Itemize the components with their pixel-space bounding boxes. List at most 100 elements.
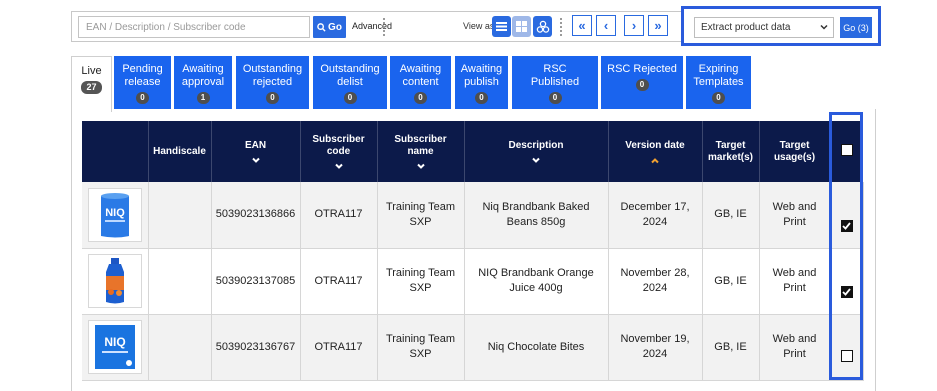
column-header-handiscale: Handiscale — [148, 121, 212, 182]
handiscale-cell — [148, 314, 212, 381]
subscriber-code-cell: OTRA117 — [300, 248, 378, 315]
extract-go-button[interactable]: Go (3) — [840, 17, 872, 38]
column-header-label: Subscriber name — [394, 133, 447, 157]
tab-label: Outstanding rejected — [242, 63, 303, 88]
svg-text:NIQ: NIQ — [105, 207, 125, 219]
column-header-label: Description — [508, 139, 564, 151]
product-bottle-icon — [105, 258, 124, 304]
subscriber-code-cell: OTRA117 — [300, 314, 378, 381]
tab-outstanding-delist[interactable]: Outstanding delist 0 — [313, 56, 387, 109]
grid-view-icon — [516, 21, 527, 32]
ean-cell: 5039023137085 — [211, 248, 301, 315]
description-cell: Niq Brandbank Baked Beans 850g — [464, 182, 609, 249]
tab-label: Awaiting content — [399, 63, 442, 88]
tab-label: RSC Rejected — [607, 63, 677, 75]
tab-count-badge: 0 — [414, 92, 427, 104]
tab-pending-release[interactable]: Pending release 0 — [114, 56, 171, 109]
search-input[interactable] — [78, 16, 310, 38]
tab-count-badge: 0 — [136, 92, 149, 104]
product-box-icon: NIQ — [94, 325, 135, 369]
target-usages-cell: Web and Print — [759, 182, 831, 249]
extract-select-value: Extract product data — [701, 22, 791, 33]
version-date-cell: November 28, 2024 — [608, 248, 703, 315]
tab-count-badge: 0 — [712, 92, 725, 104]
ean-cell: 5039023136767 — [211, 314, 301, 381]
column-header-label: EAN — [244, 139, 267, 151]
grid-view-button[interactable] — [512, 16, 531, 37]
tab-outstanding-rejected[interactable]: Outstanding rejected 0 — [236, 56, 309, 109]
description-cell: NIQ Brandbank Orange Juice 400g — [464, 248, 609, 315]
tab-expiring-templates[interactable]: Expiring Templates 0 — [686, 56, 751, 109]
tab-label: RSC Published — [530, 63, 580, 88]
column-header-ean[interactable]: EAN — [211, 121, 301, 182]
tab-count-badge: 0 — [635, 79, 649, 91]
tab-count-badge: 27 — [81, 81, 102, 94]
sort-chevron-down-icon[interactable] — [531, 157, 541, 164]
tab-label: Outstanding delist — [320, 63, 380, 88]
subscriber-name-cell: Training Team SXP — [377, 314, 465, 381]
search-go-button[interactable]: Go — [313, 16, 346, 38]
version-date-cell: December 17, 2024 — [608, 182, 703, 249]
column-header-subscriber-code[interactable]: Subscriber code — [300, 121, 378, 182]
tab-awaiting-content[interactable]: Awaiting content 0 — [390, 56, 451, 109]
tab-awaiting-publish[interactable]: Awaiting publish 0 — [455, 56, 508, 109]
chevron-down-icon — [820, 24, 828, 30]
product-image-cell — [82, 248, 149, 315]
niq-orange-juice-image[interactable] — [87, 254, 142, 308]
sort-chevron-down-icon[interactable] — [416, 163, 426, 170]
extract-highlight-box: Extract product data Go (3) — [681, 6, 881, 46]
svg-text:NIQ: NIQ — [104, 335, 125, 349]
niq-chocolate-bites-image[interactable]: NIQ — [87, 320, 142, 374]
next-page-button[interactable]: › — [624, 15, 644, 36]
table-row[interactable]: 5039023137085 OTRA117 Training Team SXP … — [82, 248, 864, 315]
column-header-label: Handiscale — [153, 145, 206, 157]
hierarchy-view-icon — [536, 20, 549, 33]
hierarchy-view-button[interactable] — [533, 16, 552, 37]
target-markets-cell: GB, IE — [702, 248, 760, 315]
product-can-icon: NIQ — [100, 192, 129, 238]
description-cell: Niq Chocolate Bites — [464, 314, 609, 381]
handiscale-cell — [148, 182, 212, 249]
column-header-subscriber-name[interactable]: Subscriber name — [377, 121, 465, 182]
column-header-label: Version date — [625, 139, 685, 151]
last-page-button[interactable]: » — [648, 15, 668, 36]
niq-baked-beans-image[interactable]: NIQ — [87, 187, 142, 242]
version-date-cell: November 19, 2024 — [608, 314, 703, 381]
table-row[interactable]: NIQ 5039023136866 OTRA117 Training Team … — [82, 182, 864, 249]
column-header-description[interactable]: Description — [464, 121, 609, 182]
tab-count-badge: 0 — [343, 92, 357, 104]
list-view-button[interactable] — [492, 16, 511, 37]
advanced-search-link[interactable]: Advanced — [352, 21, 392, 31]
target-markets-cell: GB, IE — [702, 314, 760, 381]
column-header-label: Subscriber code — [312, 133, 365, 157]
sort-chevron-down-icon[interactable] — [334, 163, 344, 170]
tab-label: Expiring Templates — [693, 63, 744, 88]
table-header-row: Handiscale EAN Subscriber code Subscribe… — [82, 121, 864, 182]
sort-chevron-up-icon[interactable] — [650, 157, 660, 164]
column-header-target-markets: Target market(s) — [702, 121, 760, 182]
column-header-label: Target market(s) — [707, 139, 754, 163]
target-markets-cell: GB, IE — [702, 182, 760, 249]
previous-page-button[interactable]: ‹ — [596, 15, 616, 36]
subscriber-name-cell: Training Team SXP — [377, 248, 465, 315]
subscriber-name-cell: Training Team SXP — [377, 182, 465, 249]
first-page-button[interactable]: « — [572, 15, 592, 36]
column-header-version-date[interactable]: Version date — [608, 121, 703, 182]
tab-rsc-published[interactable]: RSC Published 0 — [512, 56, 598, 109]
product-image-cell: NIQ — [82, 182, 149, 249]
list-view-icon — [496, 22, 507, 31]
table-row[interactable]: NIQ 5039023136767 OTRA117 Training Team … — [82, 314, 864, 381]
tab-rsc-rejected[interactable]: RSC Rejected 0 — [601, 56, 683, 109]
tab-label: Pending release — [122, 63, 163, 88]
checkbox-column-highlight — [829, 112, 863, 380]
sort-chevron-down-icon[interactable] — [251, 157, 261, 164]
search-go-label: Go — [328, 21, 342, 33]
subscriber-code-cell: OTRA117 — [300, 182, 378, 249]
divider — [560, 18, 562, 36]
tab-live[interactable]: Live 27 — [71, 56, 112, 112]
handiscale-cell — [148, 248, 212, 315]
product-image-cell: NIQ — [82, 314, 149, 381]
search-icon — [317, 22, 326, 32]
extract-select[interactable]: Extract product data — [694, 17, 834, 38]
tab-awaiting-approval[interactable]: Awaiting approval 1 — [174, 56, 232, 109]
